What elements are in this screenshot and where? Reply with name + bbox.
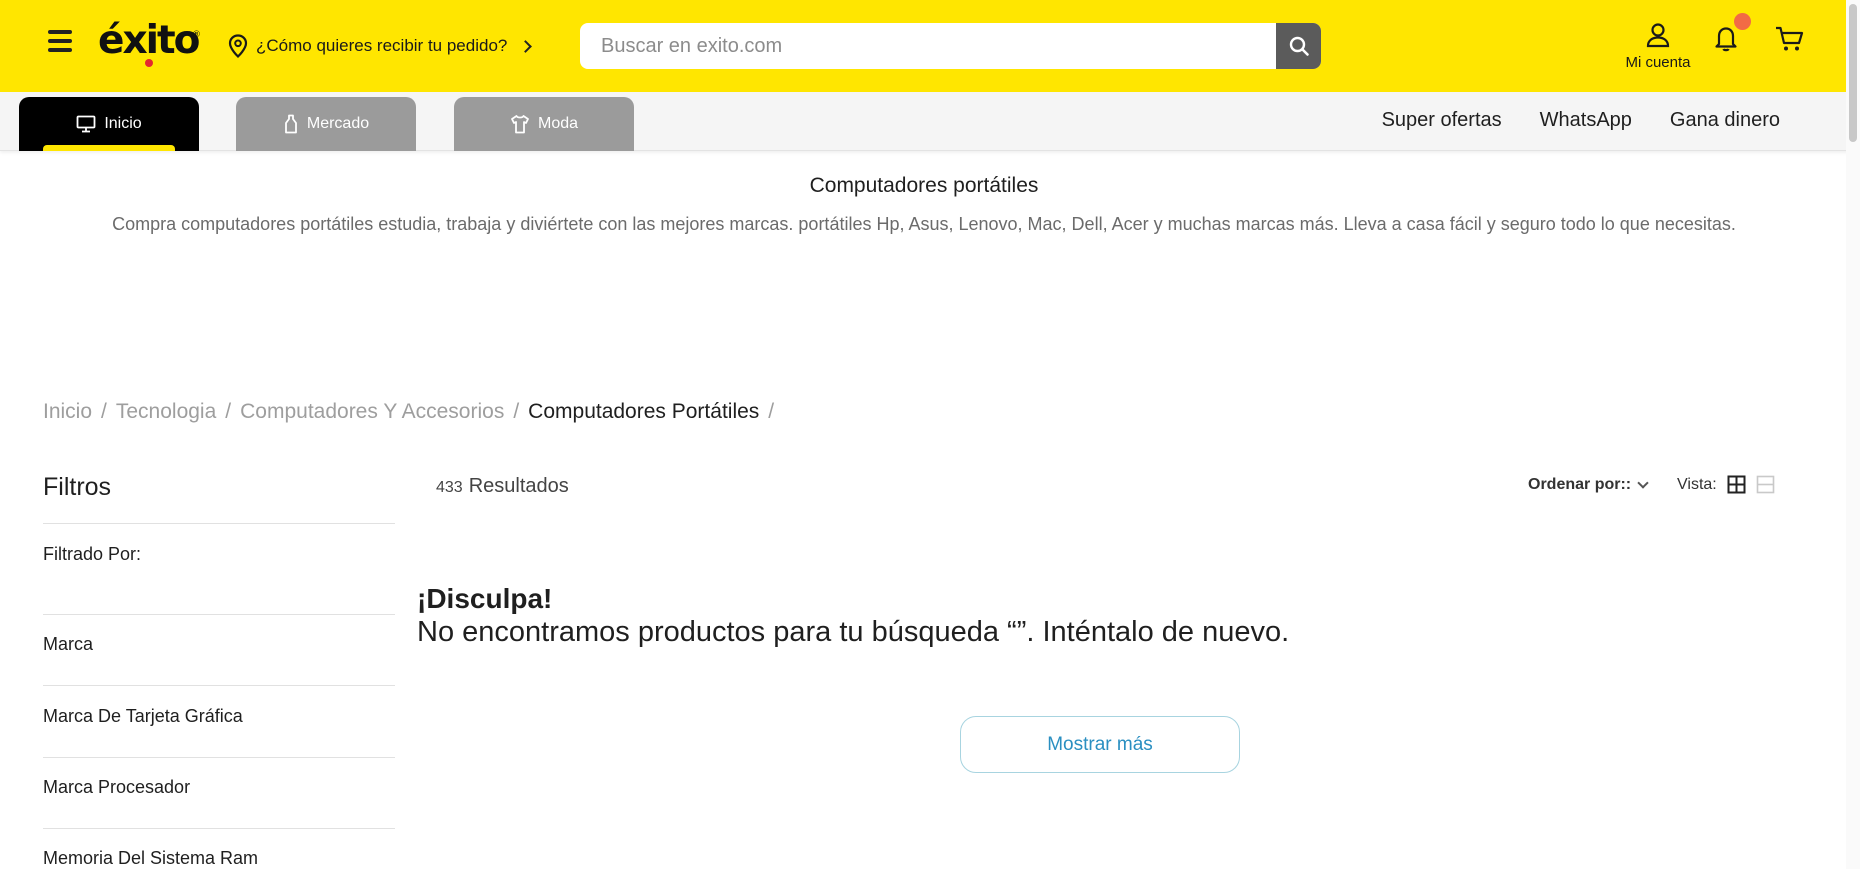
category-nav: Inicio Mercado Moda Super ofertas WhatsA… — [0, 92, 1860, 151]
empty-state-title: ¡Disculpa! — [417, 583, 553, 614]
user-icon — [1646, 23, 1670, 48]
divider — [43, 614, 395, 615]
divider — [43, 757, 395, 758]
monitor-icon — [76, 115, 96, 133]
breadcrumb-separator: / — [101, 400, 107, 423]
breadcrumb-inicio[interactable]: Inicio — [43, 400, 92, 424]
list-view-icon[interactable] — [1756, 475, 1775, 494]
logo-registered-mark: ® — [192, 30, 201, 40]
chevron-right-icon — [519, 39, 533, 53]
cart-icon — [1776, 26, 1804, 51]
filtered-by-label: Filtrado Por: — [43, 544, 142, 564]
category-description: Compra computadores portátiles estudia, … — [112, 214, 1736, 234]
breadcrumb-tecnologia[interactable]: Tecnologia — [116, 400, 216, 424]
grid-view-icon[interactable] — [1727, 475, 1746, 494]
account-label: Mi cuenta — [1625, 54, 1691, 71]
tab-label: Mercado — [306, 115, 370, 132]
results-count: 433 — [436, 479, 463, 496]
top-header: éxito ® ¿Cómo quieres recibir tu pedido?… — [0, 0, 1860, 92]
bottle-icon — [284, 114, 297, 134]
show-more-button[interactable]: Mostrar más — [960, 716, 1240, 773]
view-label: Vista: — [1677, 475, 1717, 493]
shirt-icon — [511, 115, 529, 134]
results-summary: 433 Resultados — [436, 475, 569, 498]
facet-marca-procesador[interactable]: Marca Procesador — [43, 777, 395, 798]
tab-moda[interactable]: Moda — [454, 97, 634, 151]
empty-state-message: No encontramos productos para tu búsqued… — [417, 616, 1290, 648]
page-scrollbar[interactable] — [1846, 0, 1860, 869]
nav-link-super-ofertas[interactable]: Super ofertas — [1382, 109, 1502, 132]
tab-inicio[interactable]: Inicio — [19, 97, 199, 151]
search-bar — [580, 23, 1321, 69]
sort-dropdown[interactable]: Ordenar por:: — [1528, 476, 1649, 494]
nav-link-gana-dinero[interactable]: Gana dinero — [1670, 109, 1780, 132]
account-button[interactable]: Mi cuenta — [1616, 22, 1700, 71]
breadcrumb: Inicio / Tecnologia / Computadores Y Acc… — [43, 400, 783, 424]
exito-logo[interactable]: éxito — [98, 18, 200, 63]
breadcrumb-separator: / — [513, 400, 520, 423]
tab-label: Moda — [537, 115, 579, 132]
menu-icon[interactable] — [48, 30, 76, 58]
notification-badge — [1734, 13, 1751, 30]
cart-button[interactable] — [1774, 24, 1806, 54]
chevron-down-icon — [1637, 477, 1649, 489]
divider — [43, 523, 395, 524]
results-label: Resultados — [468, 475, 569, 497]
facet-marca-tarjeta-grafica[interactable]: Marca De Tarjeta Gráfica — [43, 706, 395, 727]
scrollbar-thumb[interactable] — [1849, 4, 1857, 142]
sort-label: Ordenar por:: — [1528, 476, 1632, 493]
breadcrumb-separator: / — [768, 400, 775, 423]
breadcrumb-computadores-accesorios[interactable]: Computadores Y Accesorios — [240, 400, 504, 424]
tab-mercado[interactable]: Mercado — [236, 97, 416, 151]
filters-title: Filtros — [43, 473, 112, 501]
tab-label: Inicio — [104, 115, 142, 132]
search-button[interactable] — [1276, 23, 1321, 69]
location-pin-icon — [228, 34, 248, 58]
facet-memoria-ram[interactable]: Memoria Del Sistema Ram — [43, 848, 395, 869]
nav-link-whatsapp[interactable]: WhatsApp — [1540, 109, 1632, 132]
search-icon — [1289, 36, 1309, 56]
divider — [43, 828, 395, 829]
nav-links: Super ofertas WhatsApp Gana dinero — [1382, 109, 1780, 132]
search-input[interactable] — [580, 23, 1276, 69]
logo-dot — [145, 59, 153, 67]
view-toggle: Vista: — [1677, 475, 1775, 494]
delivery-prompt: ¿Cómo quieres recibir tu pedido? — [256, 36, 508, 55]
divider — [43, 685, 395, 686]
category-title: Computadores portátiles — [809, 174, 1039, 197]
active-tab-indicator — [43, 145, 175, 151]
breadcrumb-current: Computadores Portátiles — [528, 400, 760, 423]
breadcrumb-separator: / — [225, 400, 232, 423]
delivery-selector[interactable]: ¿Cómo quieres recibir tu pedido? — [228, 33, 533, 59]
facet-marca[interactable]: Marca — [43, 634, 395, 655]
